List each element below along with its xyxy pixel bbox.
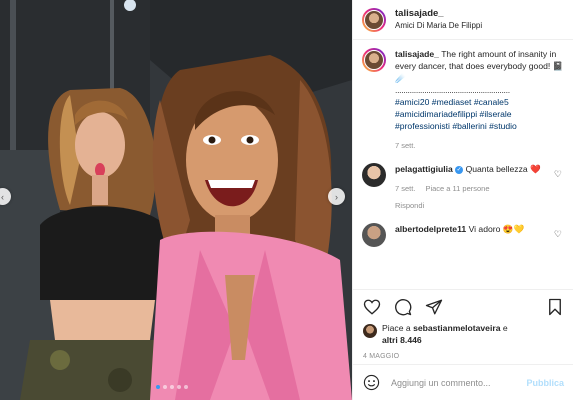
carousel-indicator (156, 385, 188, 389)
hashtag-link[interactable]: #ilserale (480, 109, 512, 119)
likes-prefix: Piace a (382, 323, 411, 333)
comment-item: albertodelprete11 Vi adoro 😍💛 ♡ (353, 223, 573, 247)
reply-button[interactable]: Rispondi (395, 200, 555, 212)
hashtag-link[interactable]: #amicidimariadefilippi (395, 109, 477, 119)
publish-button[interactable]: Pubblica (526, 378, 564, 388)
caption-hashtags: #amici20 #mediaset #canale5 #amicidimari… (395, 96, 565, 132)
comment-text: Vi adoro 😍💛 (468, 224, 525, 234)
hashtag-link[interactable]: #professionisti (395, 121, 450, 131)
hashtag-link[interactable]: #mediaset (432, 97, 472, 107)
hashtag-link[interactable]: #studio (489, 121, 517, 131)
likes-suffix: e (502, 323, 508, 333)
comment-input[interactable] (391, 377, 516, 388)
liker-username[interactable]: sebastianmelotaveira (413, 323, 500, 333)
post-caption: talisajade_ The right amount of insanity… (353, 48, 573, 152)
hashtag-link[interactable]: #canale5 (474, 97, 509, 107)
post-side-panel: talisajade_ Amici Di Maria De Filippi ta… (352, 0, 573, 400)
author-avatar[interactable] (362, 7, 386, 32)
commenter-username[interactable]: pelagattigiulia (395, 164, 453, 174)
carousel-dot (184, 385, 188, 389)
post-photo[interactable]: ‹ › (0, 0, 352, 400)
add-comment-bar: Pubblica (353, 364, 573, 400)
carousel-dot (156, 385, 160, 389)
comment-icon[interactable] (394, 298, 412, 316)
carousel-dot (170, 385, 174, 389)
carousel-dot (177, 385, 181, 389)
commenter-avatar[interactable] (362, 223, 386, 247)
comment-likes[interactable]: Piace a 11 persone (425, 183, 489, 195)
caption-username[interactable]: talisajade_ (395, 49, 439, 59)
share-icon[interactable] (425, 298, 443, 316)
bookmark-icon[interactable] (546, 298, 564, 316)
hashtag-link[interactable]: #ballerini (452, 121, 486, 131)
comments-list[interactable]: talisajade_ The right amount of insanity… (353, 48, 573, 288)
commenter-username[interactable]: albertodelprete11 (395, 224, 466, 234)
likes-summary: Piace a sebastianmelotaveira e altri 8.4… (353, 318, 573, 346)
caption-time[interactable]: 7 sett. (395, 140, 565, 152)
photo-illustration (0, 0, 352, 400)
comment-like-icon[interactable]: ♡ (554, 229, 562, 240)
liker-avatar[interactable] (363, 324, 377, 338)
comment-time[interactable]: 7 sett. (395, 183, 415, 195)
verified-badge-icon: ✓ (455, 165, 464, 174)
post-location[interactable]: Amici Di Maria De Filippi (395, 20, 482, 32)
post-date[interactable]: 4 MAGGIO (353, 346, 573, 360)
caption-dots: ........................................… (395, 85, 510, 95)
comment-item: pelagattigiulia ✓ Quanta bellezza ❤️ 7 s… (353, 163, 573, 212)
comment-like-icon[interactable]: ♡ (554, 169, 562, 180)
likes-others[interactable]: altri 8.446 (382, 335, 422, 345)
author-username[interactable]: talisajade_ (395, 8, 482, 20)
comment-text: Quanta bellezza ❤️ (465, 164, 541, 174)
chevron-right-icon[interactable]: › (328, 188, 345, 205)
commenter-avatar[interactable] (362, 163, 386, 187)
hashtag-link[interactable]: #amici20 (395, 97, 429, 107)
caption-avatar[interactable] (362, 48, 386, 72)
heart-icon[interactable] (363, 298, 381, 316)
emoji-icon[interactable] (363, 374, 380, 391)
carousel-dot (163, 385, 167, 389)
post-header: talisajade_ Amici Di Maria De Filippi (353, 0, 573, 40)
